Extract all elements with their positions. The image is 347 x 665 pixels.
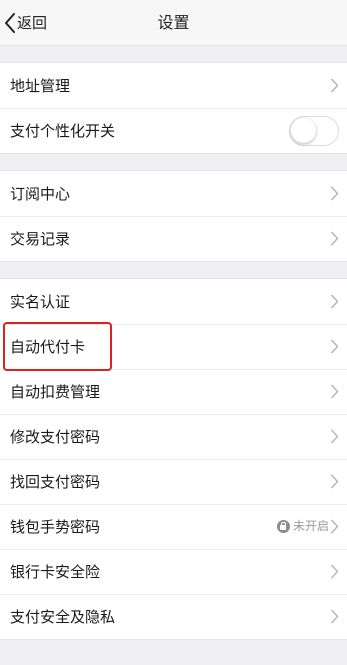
settings-item-label: 支付安全及隐私 <box>10 607 116 626</box>
navigation-bar: 返回 设置 <box>0 0 347 46</box>
toggle-knob <box>291 118 316 143</box>
status-text: 未开启 <box>292 519 329 533</box>
settings-item-bank-card-insurance[interactable]: 银行卡安全险 <box>0 549 347 594</box>
chevron-right-icon <box>330 294 339 309</box>
settings-item-label: 修改支付密码 <box>10 427 101 446</box>
settings-group-security: 实名认证 自动代付卡 自动扣费管理 修改支付密码 找回支付密码 钱包手势密码 未… <box>0 278 347 640</box>
settings-item-change-payment-password[interactable]: 修改支付密码 <box>0 414 347 459</box>
chevron-right-icon <box>330 564 339 579</box>
settings-item-label: 实名认证 <box>10 292 71 311</box>
settings-item-label: 钱包手势密码 <box>10 517 101 536</box>
settings-list: 地址管理 支付个性化开关 订阅中心 交易记录 实名认证 自动代付卡 自动扣费管理… <box>0 46 347 640</box>
settings-item-label: 交易记录 <box>10 229 71 248</box>
settings-item-label: 自动扣费管理 <box>10 382 101 401</box>
payment-personalization-toggle[interactable] <box>289 116 339 146</box>
lock-icon <box>276 519 290 533</box>
settings-item-real-name-verification[interactable]: 实名认证 <box>0 279 347 324</box>
settings-item-label: 支付个性化开关 <box>10 121 116 140</box>
settings-item-label: 地址管理 <box>10 76 71 95</box>
chevron-right-icon <box>330 474 339 489</box>
chevron-right-icon <box>330 186 339 201</box>
section-gap <box>0 154 347 170</box>
settings-item-recover-payment-password[interactable]: 找回支付密码 <box>0 459 347 504</box>
settings-item-label: 银行卡安全险 <box>10 562 101 581</box>
settings-item-payment-personalization: 支付个性化开关 <box>0 108 347 153</box>
chevron-right-icon <box>330 339 339 354</box>
settings-item-transaction-records[interactable]: 交易记录 <box>0 216 347 261</box>
chevron-right-icon <box>330 78 339 93</box>
section-gap <box>0 262 347 278</box>
settings-group-subscription: 订阅中心 交易记录 <box>0 170 347 262</box>
chevron-right-icon <box>330 384 339 399</box>
page-title: 设置 <box>157 13 190 32</box>
chevron-right-icon <box>330 429 339 444</box>
settings-item-label: 找回支付密码 <box>10 472 101 491</box>
settings-item-auto-pay-card[interactable]: 自动代付卡 <box>0 324 347 369</box>
settings-group-address: 地址管理 支付个性化开关 <box>0 62 347 154</box>
settings-item-auto-deduction-management[interactable]: 自动扣费管理 <box>0 369 347 414</box>
chevron-right-icon <box>330 519 339 534</box>
settings-item-address-management[interactable]: 地址管理 <box>0 63 347 108</box>
chevron-right-icon <box>330 609 339 624</box>
settings-item-label: 自动代付卡 <box>10 337 86 356</box>
settings-item-label: 订阅中心 <box>10 184 71 203</box>
settings-item-subscription-center[interactable]: 订阅中心 <box>0 171 347 216</box>
status-indicator: 未开启 <box>276 518 329 534</box>
settings-item-payment-security-privacy[interactable]: 支付安全及隐私 <box>0 594 347 639</box>
section-gap <box>0 46 347 62</box>
chevron-right-icon <box>330 231 339 246</box>
settings-item-wallet-gesture-password[interactable]: 钱包手势密码 未开启 <box>0 504 347 549</box>
